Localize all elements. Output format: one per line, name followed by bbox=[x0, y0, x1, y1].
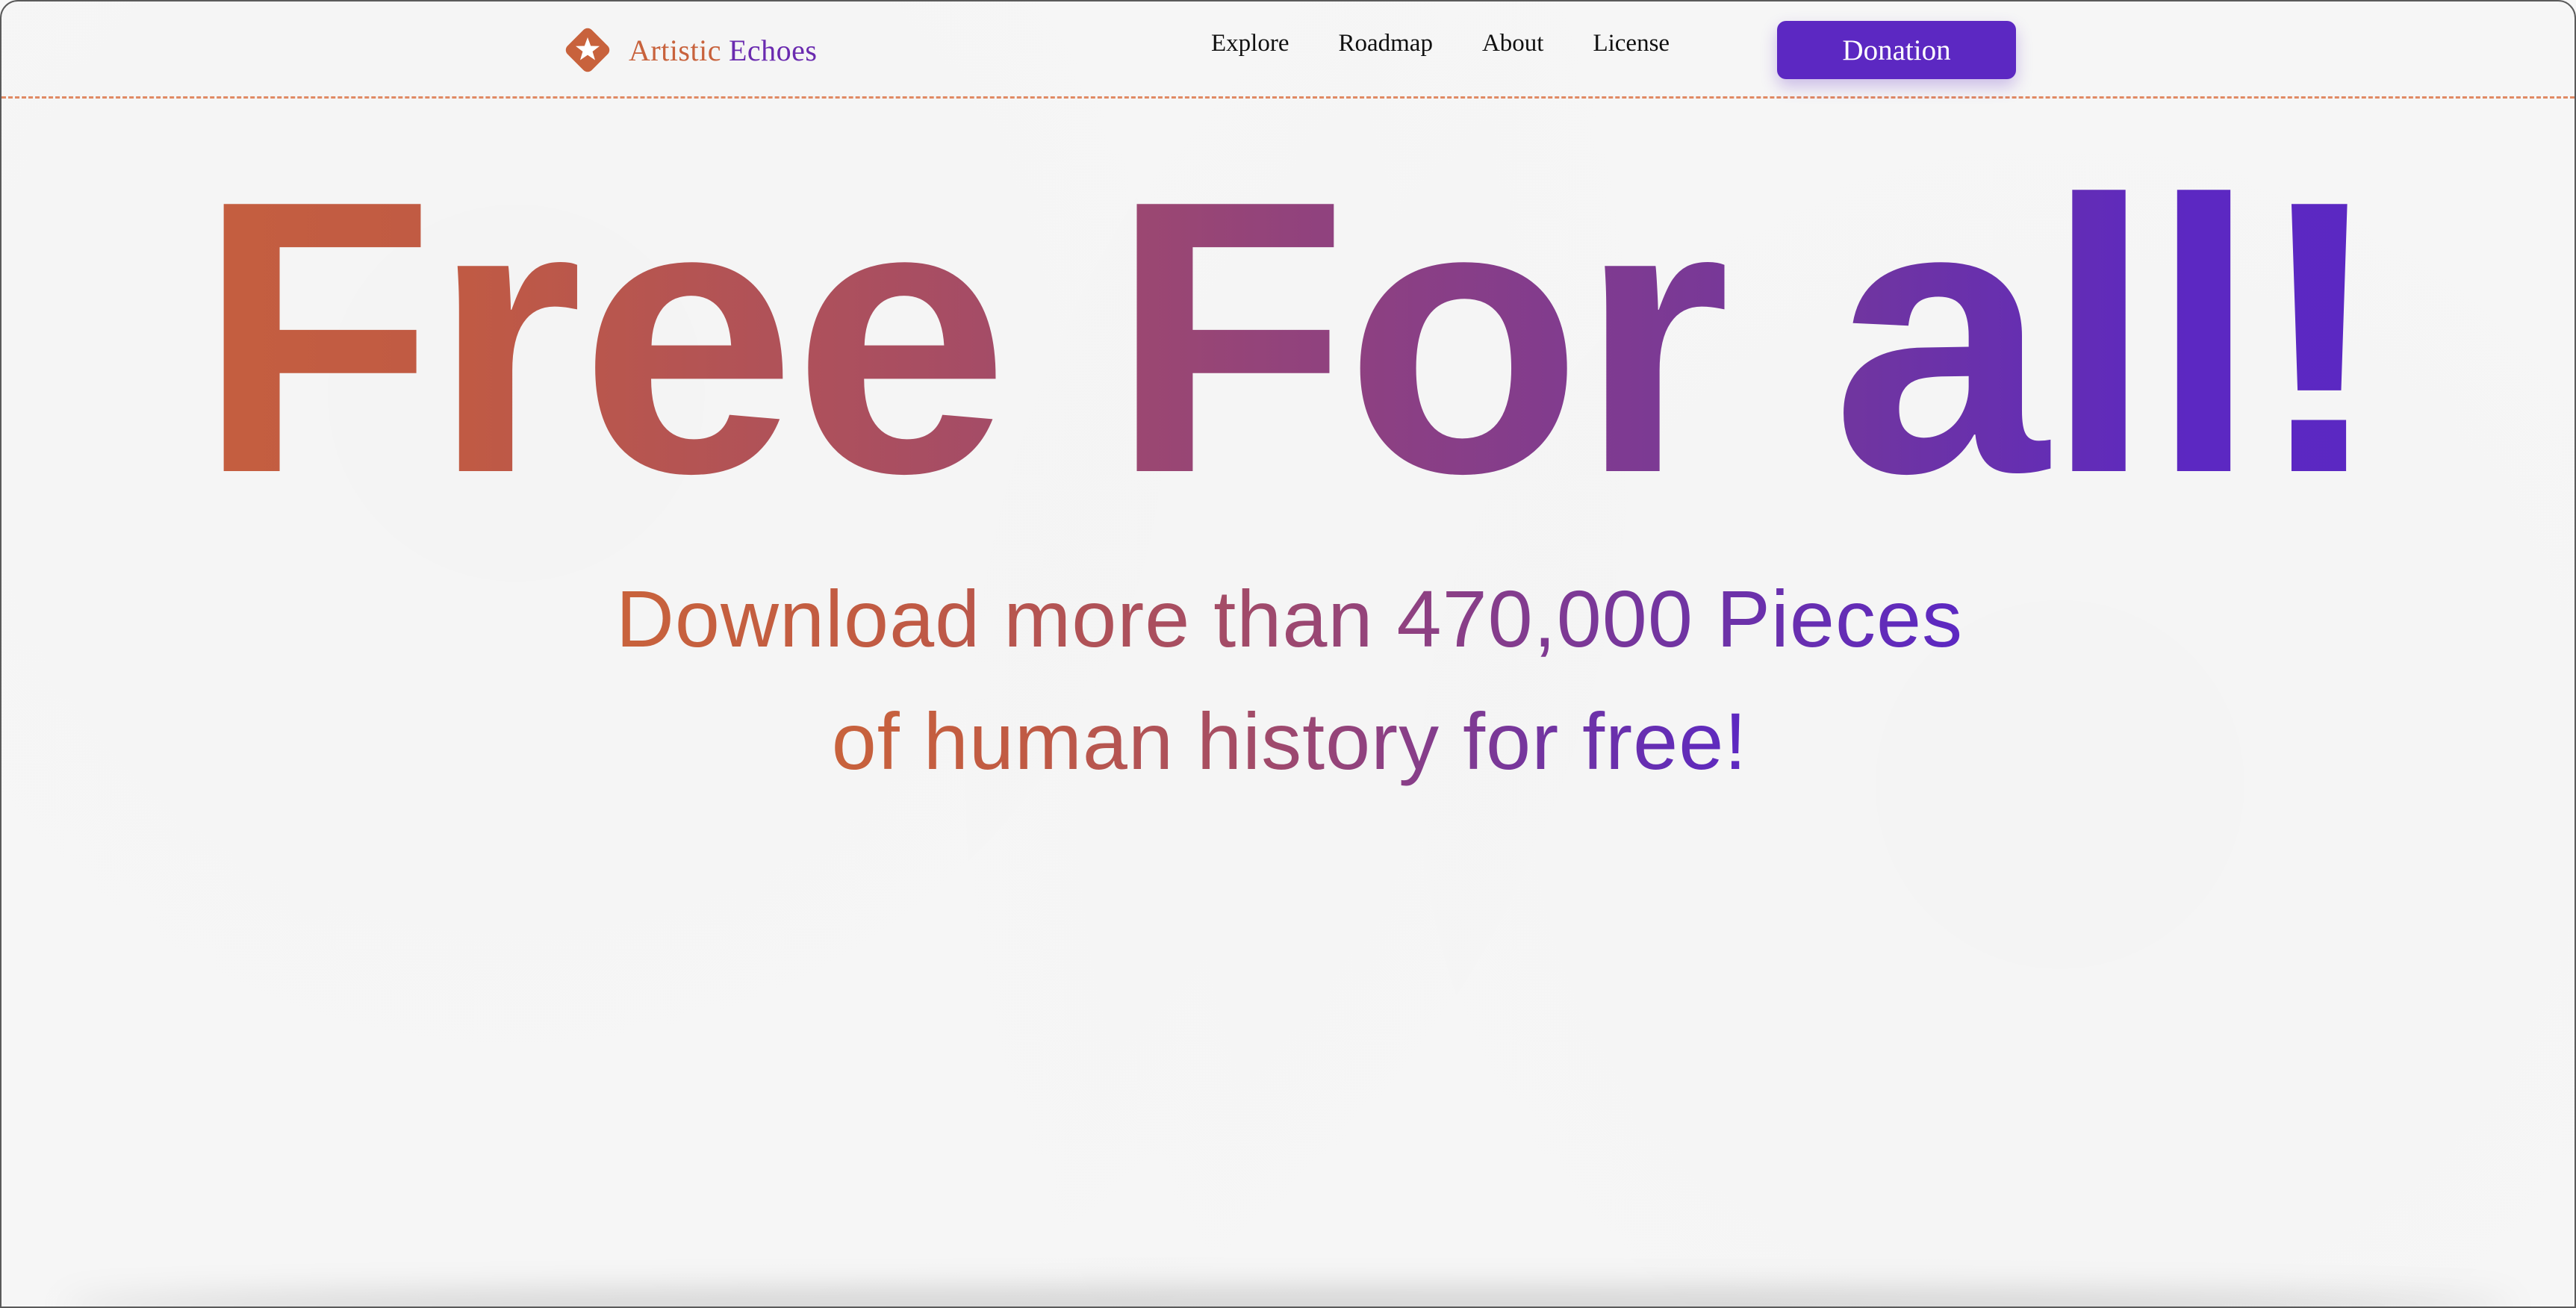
nav-item-explore[interactable]: Explore bbox=[1211, 30, 1289, 57]
brand-name-part1: Artistic bbox=[629, 33, 721, 67]
hero-title: Free For all! bbox=[1, 143, 2575, 532]
nav-item-license[interactable]: License bbox=[1593, 30, 1670, 57]
nav-item-roadmap[interactable]: Roadmap bbox=[1338, 30, 1432, 57]
top-navbar: Artistic Echoes Explore Roadmap About Li… bbox=[1, 1, 2575, 99]
hero-subtitle-line-1: Download more than 470,000 Pieces bbox=[616, 558, 1963, 680]
brand-name-part2: Echoes bbox=[728, 33, 818, 67]
browser-viewport: Artistic Echoes Explore Roadmap About Li… bbox=[0, 0, 2576, 1308]
nav-item-about[interactable]: About bbox=[1482, 30, 1544, 57]
hero-subtitle: Download more than 470,000 Pieces of hum… bbox=[1, 558, 2575, 803]
brand-name: Artistic Echoes bbox=[629, 33, 818, 68]
donation-button[interactable]: Donation bbox=[1777, 21, 2016, 79]
brand-link[interactable]: Artistic Echoes bbox=[560, 22, 818, 78]
diamond-star-icon bbox=[565, 28, 610, 72]
main-nav: Explore Roadmap About License bbox=[1211, 30, 1670, 57]
bottom-shadow bbox=[61, 1292, 2515, 1307]
hero-subtitle-line-2: of human history for free! bbox=[832, 680, 1748, 803]
